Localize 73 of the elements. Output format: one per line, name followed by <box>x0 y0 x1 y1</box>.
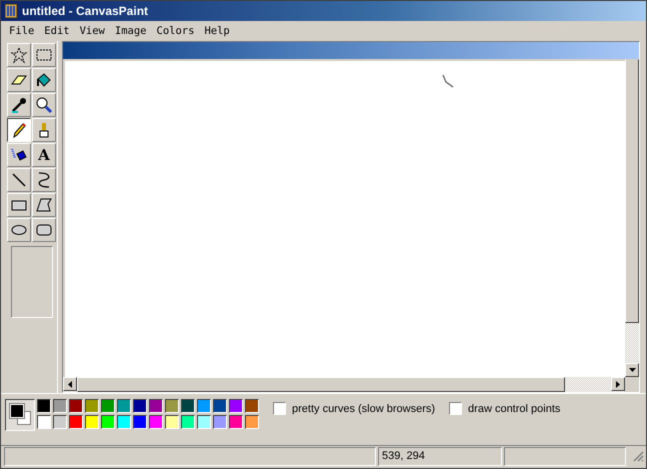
palette-swatch[interactable] <box>181 399 195 413</box>
menu-item[interactable]: Colors <box>152 24 200 36</box>
down-arrow-icon[interactable] <box>628 368 636 372</box>
palette-swatch[interactable] <box>53 415 67 429</box>
text-tool-button[interactable]: A <box>32 143 56 167</box>
palette-swatch[interactable] <box>229 415 243 429</box>
status-coordinates: 539, 294 <box>378 446 502 466</box>
pencil-tool-button[interactable] <box>7 118 31 142</box>
palette-swatch[interactable] <box>101 399 115 413</box>
palette-swatch[interactable] <box>133 415 147 429</box>
resize-grip-icon <box>632 450 644 462</box>
rect-select-tool-button[interactable] <box>32 43 56 67</box>
palette-swatch[interactable] <box>245 415 259 429</box>
palette-swatch[interactable] <box>101 415 115 429</box>
line-tool-button[interactable] <box>7 168 31 192</box>
line-icon <box>10 171 28 189</box>
window-title: untitled - CanvasPaint <box>22 4 148 18</box>
curve-tool-button[interactable] <box>32 168 56 192</box>
palette-swatch[interactable] <box>133 399 147 413</box>
brush-tool-button[interactable] <box>32 118 56 142</box>
horizontal-scrollbar[interactable] <box>63 377 639 392</box>
palette-swatch[interactable] <box>165 415 179 429</box>
palette-swatch[interactable] <box>181 415 195 429</box>
vertical-scrollbar[interactable] <box>625 59 639 377</box>
palette-swatch[interactable] <box>69 399 83 413</box>
scrollbar-corner <box>625 377 639 392</box>
magnifier-icon <box>35 96 53 114</box>
checkbox-label[interactable]: pretty curves (slow browsers) <box>292 402 436 414</box>
picker-tool-button[interactable] <box>7 93 31 117</box>
polygon-icon <box>35 196 53 214</box>
star-outline-icon <box>10 46 28 64</box>
palette-swatch[interactable] <box>117 399 131 413</box>
palette-swatch[interactable] <box>149 415 163 429</box>
palette-swatch[interactable] <box>245 399 259 413</box>
paint-bucket-icon <box>35 71 53 89</box>
airbrush-tool-button[interactable] <box>7 143 31 167</box>
palette-swatch[interactable] <box>85 399 99 413</box>
menu-item[interactable]: Image <box>110 24 152 36</box>
checkbox-label[interactable]: draw control points <box>468 402 560 414</box>
eyedropper-icon <box>10 96 28 114</box>
right-arrow-icon[interactable] <box>616 380 620 388</box>
palette-swatch[interactable] <box>53 399 67 413</box>
palette-swatch[interactable] <box>37 399 51 413</box>
menu-item[interactable]: File <box>4 24 40 36</box>
menu-item[interactable]: Edit <box>39 24 75 36</box>
palette-swatch[interactable] <box>149 399 163 413</box>
checkbox[interactable] <box>273 402 286 415</box>
palette-swatch[interactable] <box>117 415 131 429</box>
left-arrow-icon[interactable] <box>68 380 72 388</box>
polygon-tool-button[interactable] <box>32 193 56 217</box>
palette-swatch[interactable] <box>165 399 179 413</box>
palette-swatch[interactable] <box>229 399 243 413</box>
palette-swatch[interactable] <box>213 415 227 429</box>
fill-tool-button[interactable] <box>32 68 56 92</box>
palette-swatch[interactable] <box>197 399 211 413</box>
palette-swatch[interactable] <box>197 415 211 429</box>
rectangle-tool-button[interactable] <box>7 193 31 217</box>
tool-options-panel <box>10 246 52 318</box>
ellipse-tool-button[interactable] <box>7 218 31 242</box>
eraser-tool-button[interactable] <box>7 68 31 92</box>
free-select-tool-button[interactable] <box>7 43 31 67</box>
menu-item[interactable]: Help <box>199 24 235 36</box>
palette-swatch[interactable] <box>69 415 83 429</box>
palette-swatch[interactable] <box>37 415 51 429</box>
magnifier-tool-button[interactable] <box>32 93 56 117</box>
palette-swatch[interactable] <box>213 399 227 413</box>
rounded-rect-tool-button[interactable] <box>32 218 56 242</box>
palette-swatch[interactable] <box>85 415 99 429</box>
foreground-color-swatch[interactable] <box>10 404 24 418</box>
paint-icon <box>4 3 18 19</box>
stroke-drawing <box>442 74 454 88</box>
menu-item[interactable]: View <box>74 24 110 36</box>
checkbox[interactable] <box>449 402 462 415</box>
